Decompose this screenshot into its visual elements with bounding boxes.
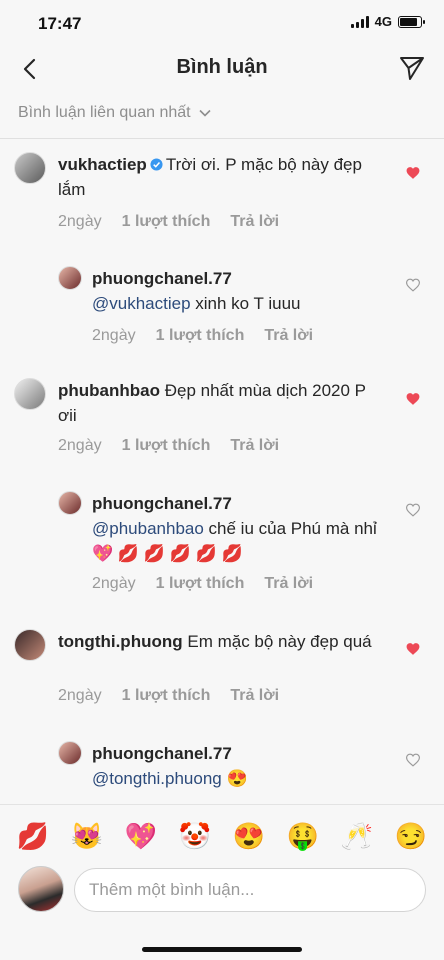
comment-compose: Thêm một bình luận... [0,866,444,926]
comment-time: 2ngày [92,575,136,592]
heart-filled-icon[interactable] [406,392,420,406]
comment-meta: 2ngày 1 lượt thích Trả lời [92,575,313,593]
like-count[interactable]: 1 lượt thích [122,687,211,705]
status-bar: 17:47 4G [0,0,444,46]
heart-outline-icon[interactable] [406,503,420,517]
money-mouth-emoji[interactable]: 🤑 [285,818,321,854]
comment-username[interactable]: phuongchanel.77 [92,741,382,766]
comment-text: vukhactiep Trời ơi. P mặc bộ này đẹp lắm [58,152,378,202]
smirk-emoji[interactable]: 😏 [393,818,429,854]
heart-eyes-emoji[interactable]: 😍 [231,818,267,854]
comment-meta: 2ngày 1 lượt thích Trả lời [58,687,279,705]
kiss-mark-emoji[interactable]: 💋 [15,818,51,854]
heart-outline-icon[interactable] [406,753,420,767]
home-indicator [142,947,302,952]
sort-label: Bình luận liên quan nhất [18,104,191,121]
avatar[interactable] [14,629,46,661]
avatar[interactable] [58,491,82,515]
page-title: Bình luận [176,56,268,78]
comment-username[interactable]: phuongchanel.77 [92,266,382,291]
verified-badge-icon [150,158,163,171]
comment-text: phuongchanel.77 @vukhactiep xinh ko T iu… [92,266,382,316]
comment-username[interactable]: tongthi.phuong [58,632,183,651]
comment-text: phuongchanel.77 @tongthi.phuong 😍 [92,741,382,791]
heart-eyes-cat-emoji[interactable]: 😻 [69,818,105,854]
reply-button[interactable]: Trả lời [230,687,279,705]
comment-text: phubanhbao Đẹp nhất mùa dịch 2020 P ơii [58,378,378,428]
comment-username[interactable]: phuongchanel.77 [92,491,382,516]
comment-text: phuongchanel.77 @phubanhbao chế iu của P… [92,491,382,566]
comment-body: 😍 [226,769,248,788]
signal-icon [350,15,369,28]
emoji-quick-bar: 💋 😻 💖 🤡 😍 🤑 🥂 😏 [0,804,444,866]
network-type: 4G [374,14,392,29]
comment-username[interactable]: vukhactiep [58,155,147,174]
avatar [18,866,64,912]
like-count[interactable]: 1 lượt thích [156,575,245,593]
mention-link[interactable]: @vukhactiep [92,294,191,313]
comment-meta: 2ngày 1 lượt thích Trả lời [58,437,279,455]
paper-plane-icon[interactable] [398,54,426,82]
like-count[interactable]: 1 lượt thích [122,437,211,455]
sparkling-heart-emoji[interactable]: 💖 [123,818,159,854]
comment-time: 2ngày [58,687,102,704]
avatar[interactable] [14,152,46,184]
status-indicators: 4G [350,14,425,29]
comment-meta: 2ngày 1 lượt thích Trả lời [92,327,313,345]
mention-link[interactable]: @tongthi.phuong [92,769,222,788]
comment-time: 2ngày [58,213,102,230]
comment-username[interactable]: phubanhbao [58,381,160,400]
reply-button[interactable]: Trả lời [264,575,313,593]
sort-dropdown[interactable]: Bình luận liên quan nhất [18,104,211,122]
reply-button[interactable]: Trả lời [230,213,279,231]
avatar[interactable] [14,378,46,410]
nav-bar: Bình luận [0,46,444,92]
clinking-glasses-emoji[interactable]: 🥂 [339,818,375,854]
avatar[interactable] [58,741,82,765]
comment-body: xinh ko T iuuu [195,294,301,313]
heart-outline-icon[interactable] [406,278,420,292]
comment-text: tongthi.phuong Em mặc bộ này đẹp quá [58,629,378,654]
clown-emoji[interactable]: 🤡 [177,818,213,854]
reply-button[interactable]: Trả lời [264,327,313,345]
chevron-down-icon [199,109,211,117]
divider [0,138,444,139]
like-count[interactable]: 1 lượt thích [122,213,211,231]
comment-time: 2ngày [92,327,136,344]
avatar[interactable] [58,266,82,290]
comment-input[interactable]: Thêm một bình luận... [74,868,426,912]
comment-body: Em mặc bộ này đẹp quá [187,632,372,651]
mention-link[interactable]: @phubanhbao [92,519,204,538]
battery-icon [398,15,425,28]
reply-button[interactable]: Trả lời [230,437,279,455]
heart-filled-icon[interactable] [406,642,420,656]
like-count[interactable]: 1 lượt thích [156,327,245,345]
comment-time: 2ngày [58,437,102,454]
comment-meta: 2ngày 1 lượt thích Trả lời [58,213,279,231]
status-time: 17:47 [38,14,82,33]
heart-filled-icon[interactable] [406,166,420,180]
